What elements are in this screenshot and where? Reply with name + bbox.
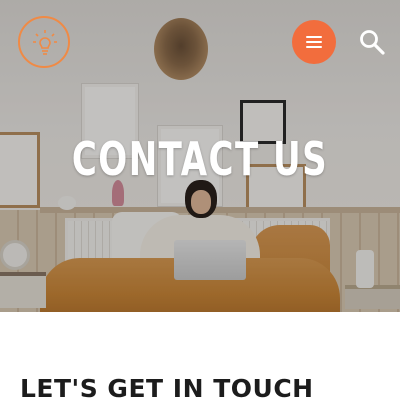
search-button[interactable] bbox=[358, 28, 386, 56]
menu-button[interactable] bbox=[292, 20, 336, 64]
search-icon bbox=[360, 30, 385, 55]
page-title: CONTACT US bbox=[71, 132, 329, 186]
section-heading: LET'S GET IN TOUCH bbox=[20, 374, 314, 400]
site-logo[interactable] bbox=[18, 16, 70, 68]
lightbulb-icon bbox=[33, 30, 57, 55]
